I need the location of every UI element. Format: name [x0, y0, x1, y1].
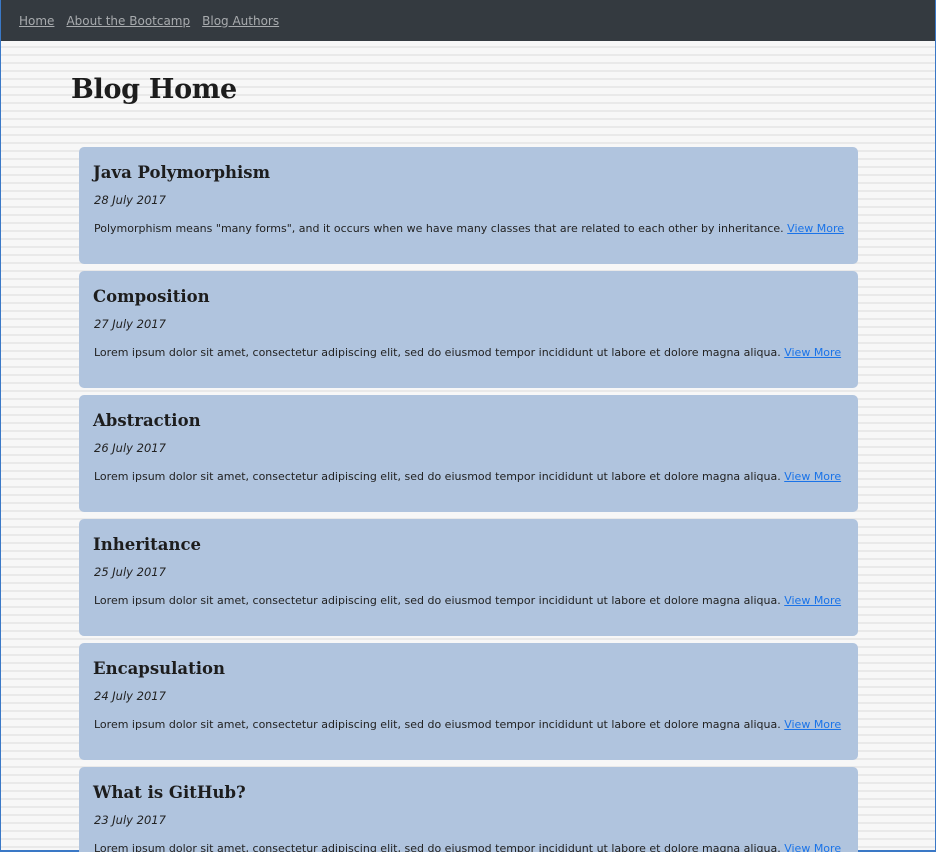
post-date: 24 July 2017: [94, 689, 166, 703]
post-title: Inheritance: [93, 535, 202, 554]
post-title: What is GitHub?: [93, 783, 246, 802]
nav-link-about-bootcamp[interactable]: About the Bootcamp: [66, 14, 190, 28]
post-excerpt: Lorem ipsum dolor sit amet, consectetur …: [94, 841, 844, 852]
post-card: What is GitHub? 23 July 2017 Lorem ipsum…: [79, 767, 858, 852]
post-excerpt: Lorem ipsum dolor sit amet, consectetur …: [94, 717, 844, 733]
post-card: Java Polymorphism 28 July 2017 Polymorph…: [79, 147, 858, 264]
post-excerpt-text: Lorem ipsum dolor sit amet, consectetur …: [94, 346, 781, 359]
post-card: Encapsulation 24 July 2017 Lorem ipsum d…: [79, 643, 858, 760]
post-excerpt-text: Lorem ipsum dolor sit amet, consectetur …: [94, 842, 781, 852]
nav-link-blog-authors[interactable]: Blog Authors: [202, 14, 279, 28]
post-excerpt-text: Lorem ipsum dolor sit amet, consectetur …: [94, 718, 781, 731]
post-title: Composition: [93, 287, 210, 306]
post-card: Inheritance 25 July 2017 Lorem ipsum dol…: [79, 519, 858, 636]
page-title: Blog Home: [71, 74, 237, 105]
view-more-link[interactable]: View More: [784, 842, 841, 852]
post-excerpt-text: Lorem ipsum dolor sit amet, consectetur …: [94, 594, 781, 607]
nav-link-home[interactable]: Home: [19, 14, 54, 28]
post-card: Abstraction 26 July 2017 Lorem ipsum dol…: [79, 395, 858, 512]
post-excerpt: Lorem ipsum dolor sit amet, consectetur …: [94, 345, 844, 361]
post-excerpt: Polymorphism means "many forms", and it …: [94, 221, 844, 237]
post-title: Java Polymorphism: [93, 163, 271, 182]
view-more-link[interactable]: View More: [784, 346, 841, 359]
post-date: 26 July 2017: [94, 441, 166, 455]
post-excerpt: Lorem ipsum dolor sit amet, consectetur …: [94, 469, 844, 485]
post-date: 25 July 2017: [94, 565, 166, 579]
post-excerpt: Lorem ipsum dolor sit amet, consectetur …: [94, 593, 844, 609]
post-date: 28 July 2017: [94, 193, 166, 207]
post-date: 27 July 2017: [94, 317, 166, 331]
view-more-link[interactable]: View More: [787, 222, 844, 235]
view-more-link[interactable]: View More: [784, 718, 841, 731]
post-date: 23 July 2017: [94, 813, 166, 827]
post-excerpt-text: Lorem ipsum dolor sit amet, consectetur …: [94, 470, 781, 483]
top-navbar: Home About the Bootcamp Blog Authors: [1, 0, 935, 41]
view-more-link[interactable]: View More: [784, 470, 841, 483]
post-title: Encapsulation: [93, 659, 225, 678]
view-more-link[interactable]: View More: [784, 594, 841, 607]
post-list: Java Polymorphism 28 July 2017 Polymorph…: [79, 147, 858, 852]
post-card: Composition 27 July 2017 Lorem ipsum dol…: [79, 271, 858, 388]
post-title: Abstraction: [93, 411, 201, 430]
post-excerpt-text: Polymorphism means "many forms", and it …: [94, 222, 784, 235]
